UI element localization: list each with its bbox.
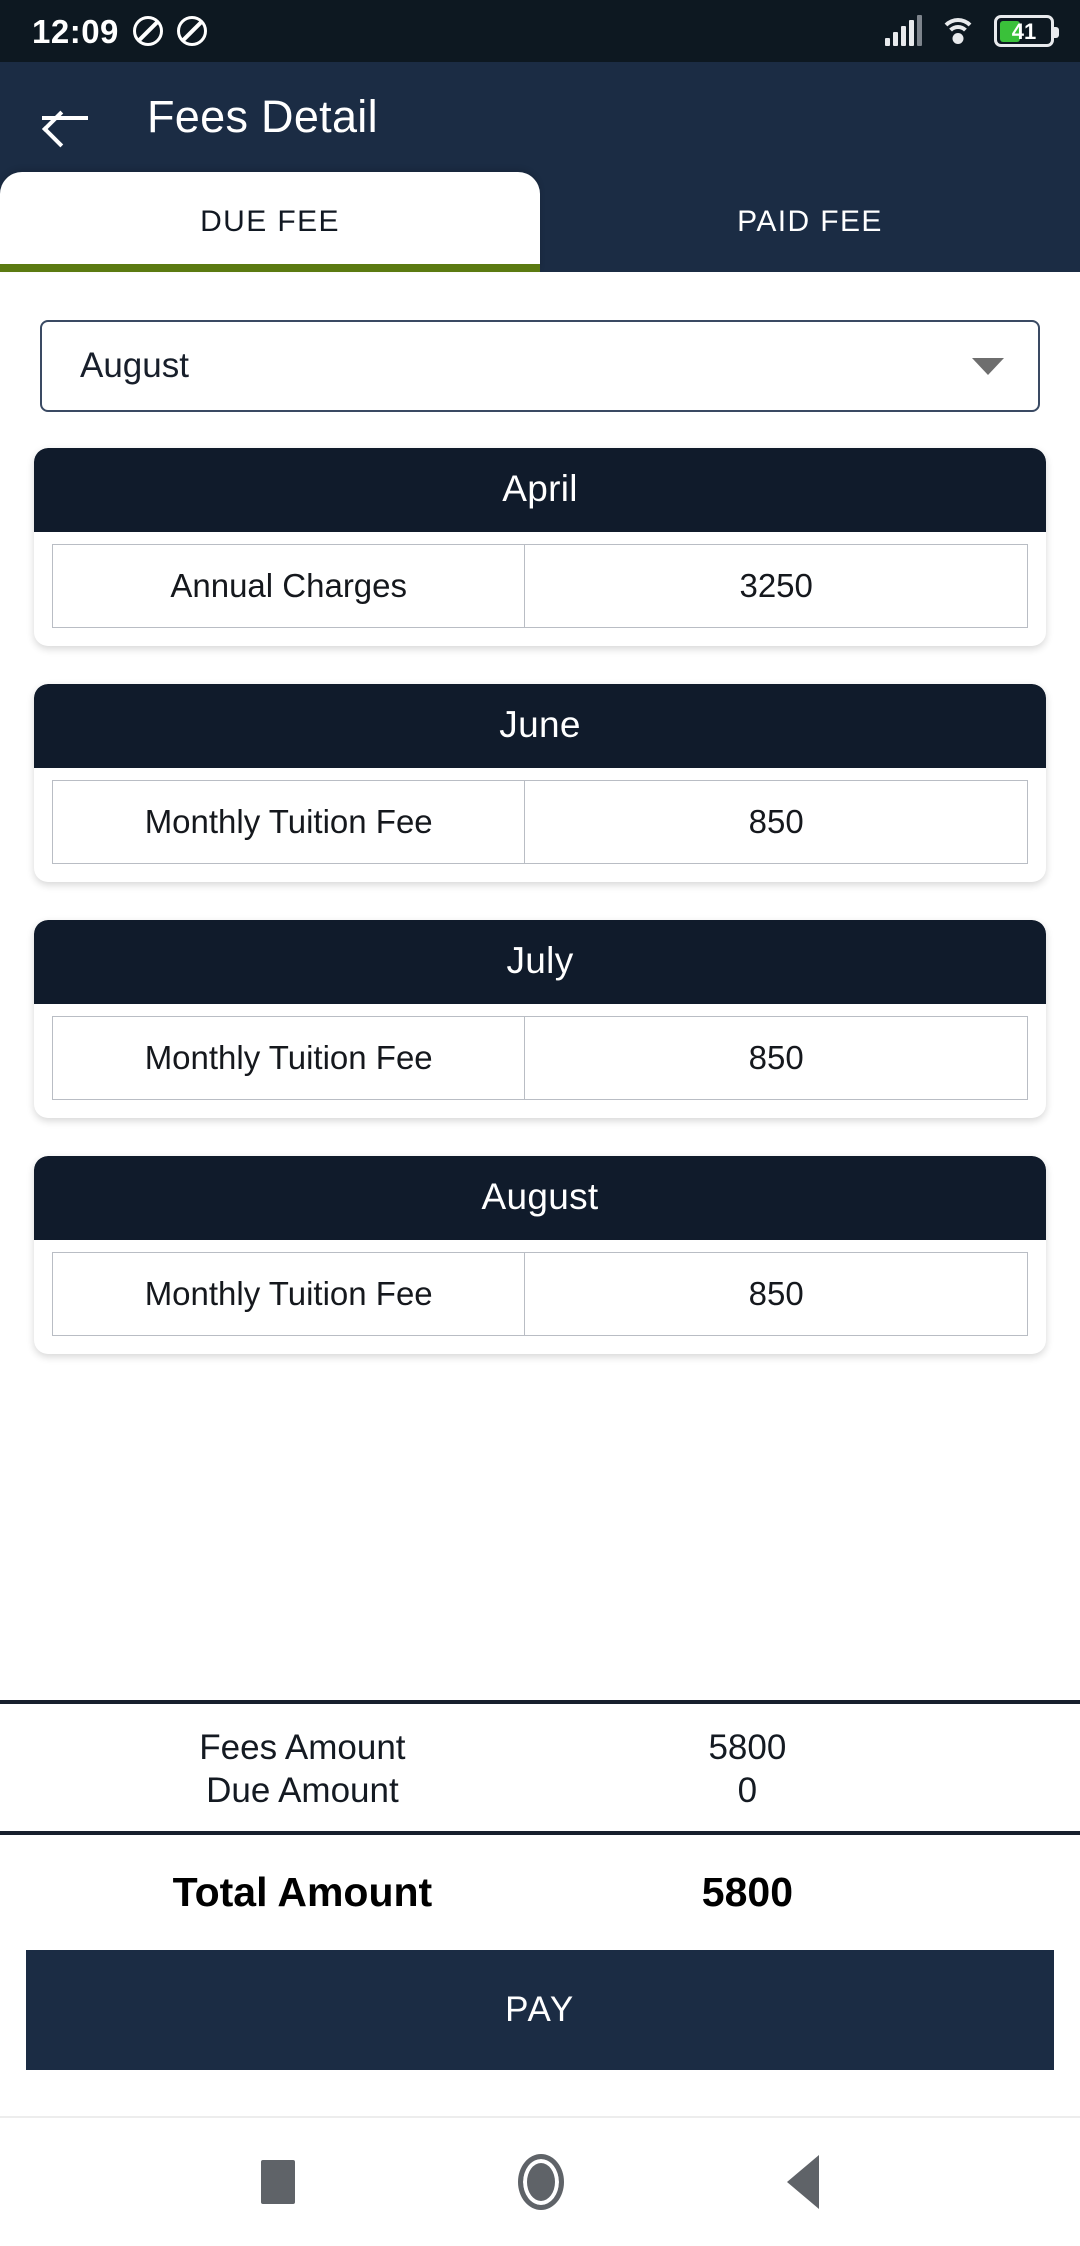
fee-card-month-header: June	[34, 684, 1046, 768]
recents-square-icon[interactable]	[261, 2160, 296, 2204]
table-row: Annual Charges 3250	[52, 544, 1028, 628]
fee-card-body: Monthly Tuition Fee 850	[34, 1240, 1046, 1354]
back-arrow-icon[interactable]	[40, 91, 92, 143]
flex-spacer	[0, 1392, 1080, 1700]
table-row: Monthly Tuition Fee 850	[52, 1252, 1028, 1336]
fee-card: June Monthly Tuition Fee 850	[34, 684, 1046, 882]
status-bar-clock: 12:09	[32, 12, 119, 50]
total-row: Total Amount 5800	[0, 1835, 1080, 1950]
fee-item-label: Monthly Tuition Fee	[53, 1017, 526, 1099]
tab-active-indicator	[0, 264, 540, 272]
due-amount-value: 0	[737, 1771, 758, 1811]
month-filter-wrapper: August	[0, 272, 1080, 412]
android-navigation-bar	[0, 2116, 1080, 2246]
do-not-disturb-icon	[176, 16, 207, 46]
total-amount-label: Total Amount	[172, 1869, 433, 1915]
summary-row-fees-amount: Fees Amount 5800	[0, 1726, 1080, 1770]
fee-item-label: Annual Charges	[53, 545, 526, 627]
tab-paid-fee-label: PAID FEE	[737, 205, 883, 238]
home-circle-icon[interactable]	[517, 2154, 564, 2210]
fee-card-body: Monthly Tuition Fee 850	[34, 1004, 1046, 1118]
fee-item-amount: 850	[748, 1275, 804, 1312]
status-bar-left: 12:09	[32, 15, 207, 48]
tab-paid-fee[interactable]: PAID FEE	[540, 172, 1080, 272]
fee-card: July Monthly Tuition Fee 850	[34, 920, 1046, 1118]
tab-due-fee-label: DUE FEE	[200, 205, 340, 238]
table-row: Monthly Tuition Fee 850	[52, 1016, 1028, 1100]
fees-amount-label: Fees Amount	[199, 1727, 406, 1767]
do-not-disturb-icon	[132, 16, 163, 46]
month-select-value: August	[80, 346, 189, 385]
due-amount-label: Due Amount	[206, 1771, 399, 1811]
pay-button[interactable]: PAY	[26, 1950, 1054, 2070]
content-area: August April Annual Charges 3250 June Monthl…	[0, 272, 1080, 2116]
table-row: Monthly Tuition Fee 850	[52, 780, 1028, 864]
chevron-down-icon	[972, 357, 1004, 375]
fee-item-label: Monthly Tuition Fee	[53, 781, 526, 863]
total-amount-value: 5800	[701, 1869, 793, 1915]
fees-amount-value: 5800	[708, 1727, 787, 1767]
pay-button-wrapper: PAY	[0, 1950, 1080, 2070]
cellular-signal-icon	[885, 15, 922, 46]
bottom-gap	[0, 2070, 1080, 2116]
fee-item-amount: 850	[748, 803, 804, 840]
status-bar-right: 41	[885, 15, 1059, 47]
wifi-icon	[939, 16, 977, 46]
fee-card-list: April Annual Charges 3250 June Monthly Tuiti…	[0, 412, 1080, 1392]
fee-card: April Annual Charges 3250	[34, 448, 1046, 646]
fee-card-body: Annual Charges 3250	[34, 532, 1046, 646]
fee-card-month-header: July	[34, 920, 1046, 1004]
fee-item-amount: 3250	[739, 567, 813, 604]
fee-card: August Monthly Tuition Fee 850	[34, 1156, 1046, 1354]
fee-card-month-header: April	[34, 448, 1046, 532]
status-bar: 12:09 41	[0, 0, 1080, 62]
phone-screen: 12:09 41 Fees Detail DUE FEE PAID FEE Au…	[0, 0, 1080, 2246]
summary-row-due-amount: Due Amount 0	[0, 1769, 1080, 1813]
tab-due-fee[interactable]: DUE FEE	[0, 172, 540, 272]
summary-block: Fees Amount 5800 Due Amount 0	[0, 1699, 1080, 1835]
fee-card-month-header: August	[34, 1156, 1046, 1240]
month-select[interactable]: August	[40, 320, 1040, 412]
fee-card-body: Monthly Tuition Fee 850	[34, 768, 1046, 882]
back-triangle-icon[interactable]	[786, 2155, 819, 2209]
fee-item-label: Monthly Tuition Fee	[53, 1253, 526, 1335]
tab-bar: DUE FEE PAID FEE	[0, 172, 1080, 272]
page-title: Fees Detail	[147, 91, 378, 142]
fee-item-amount: 850	[748, 1039, 804, 1076]
app-bar: Fees Detail	[0, 62, 1080, 172]
battery-percent-label: 41	[1011, 18, 1037, 44]
battery-icon: 41	[994, 15, 1059, 47]
